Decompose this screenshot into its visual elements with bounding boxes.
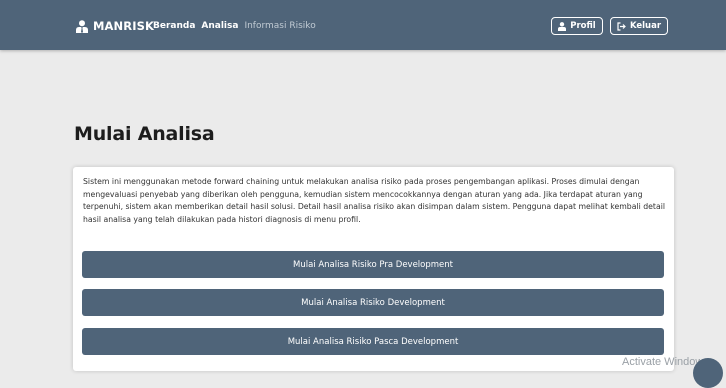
nav-link-beranda[interactable]: Beranda: [153, 20, 195, 32]
floating-action-button[interactable]: [693, 358, 723, 388]
start-post-development-analysis-button[interactable]: Mulai Analisa Risiko Pasca Development: [82, 328, 664, 355]
nav-link-analisa[interactable]: Analisa: [201, 20, 238, 32]
navbar: MANRISK Beranda Analisa Informasi Risiko…: [0, 0, 726, 50]
description-text: Sistem ini menggunakan metode forward ch…: [83, 177, 665, 224]
brand-name: MANRISK: [93, 19, 154, 33]
user-tie-icon: [76, 19, 88, 33]
nav-links: Beranda Analisa Informasi Risiko: [153, 20, 322, 32]
nav-link-informasi-risiko[interactable]: Informasi Risiko: [244, 20, 315, 32]
logout-button-label: Keluar: [629, 21, 662, 31]
page-title: Mulai Analisa: [74, 123, 215, 145]
sign-out-icon: [617, 21, 626, 31]
start-development-analysis-button[interactable]: Mulai Analisa Risiko Development: [82, 289, 664, 316]
logout-button[interactable]: Keluar: [610, 17, 668, 35]
user-icon: [558, 21, 567, 31]
profile-button[interactable]: Profil: [551, 17, 603, 35]
brand-link[interactable]: MANRISK: [76, 17, 154, 35]
start-pre-development-analysis-button[interactable]: Mulai Analisa Risiko Pra Development: [82, 251, 664, 278]
profile-button-label: Profil: [570, 21, 596, 31]
analysis-card: Sistem ini menggunakan metode forward ch…: [73, 167, 674, 371]
